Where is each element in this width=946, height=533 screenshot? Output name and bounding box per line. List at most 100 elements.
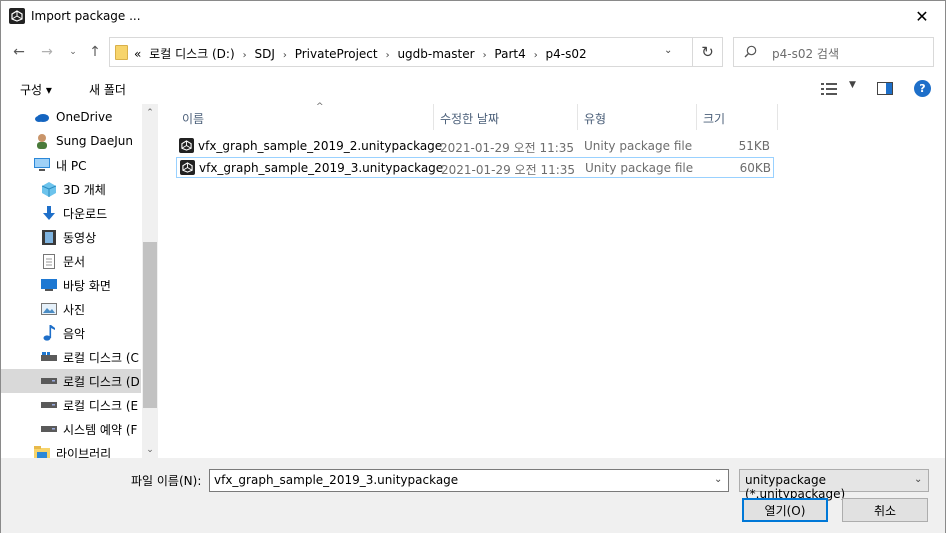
user-icon — [34, 133, 50, 149]
window-title: Import package ... — [31, 9, 141, 23]
arrow-right-icon: → — [41, 44, 53, 60]
sidebar-item-label: 로컬 디스크 (C — [63, 350, 139, 365]
sidebar-item-label: 내 PC — [56, 158, 87, 173]
drive-icon — [41, 421, 57, 437]
document-icon — [41, 253, 57, 269]
sidebar-item-this-pc[interactable]: 내 PC — [1, 153, 141, 177]
chevron-right-icon[interactable]: › — [283, 50, 287, 61]
sidebar-item-drive-e[interactable]: 로컬 디스크 (E — [1, 393, 141, 417]
sort-ascending-icon: ^ — [316, 102, 324, 112]
column-header-type[interactable]: 유형 — [578, 104, 697, 130]
preview-pane-icon[interactable] — [877, 82, 893, 95]
sidebar-item-label: Sung DaeJun — [56, 134, 133, 148]
library-icon — [34, 445, 50, 458]
video-icon — [41, 229, 57, 245]
filetype-chevron-down-icon[interactable]: ⌄ — [914, 474, 922, 485]
help-icon[interactable]: ? — [914, 80, 931, 97]
sidebar-item-onedrive[interactable]: OneDrive — [1, 105, 141, 129]
sidebar-item-drive-d[interactable]: 로컬 디스크 (D — [1, 369, 141, 393]
navigation-row: ← → ⌄ ↑ « 로컬 디스크 (D:) › SDJ › PrivateProje… — [1, 32, 945, 72]
music-icon — [41, 325, 57, 341]
address-bar[interactable]: « 로컬 디스크 (D:) › SDJ › PrivateProject › ugdb… — [109, 37, 723, 67]
sidebar-item-label: 시스템 예약 (F — [63, 422, 138, 437]
title-bar: Import package ... ✕ — [1, 1, 945, 32]
arrow-left-icon: ← — [13, 44, 25, 60]
close-button[interactable]: ✕ — [899, 1, 945, 32]
table-row[interactable]: vfx_graph_sample_2019_3.unitypackage 202… — [176, 157, 774, 178]
filename-dropdown-chevron-icon[interactable]: ⌄ — [714, 474, 722, 485]
sidebar-item-libraries[interactable]: 라이브러리 — [1, 441, 141, 458]
back-button[interactable]: ← — [9, 42, 29, 62]
sidebar-item-label: OneDrive — [56, 110, 113, 124]
column-header-date[interactable]: 수정한 날짜 — [434, 104, 578, 130]
sidebar-item-music[interactable]: 음악 — [1, 321, 141, 345]
column-header-label: 이름 — [182, 112, 205, 126]
search-box[interactable]: p4-s02 검색 — [733, 37, 934, 67]
file-type: Unity package file — [584, 139, 693, 153]
cloud-icon — [34, 109, 50, 125]
table-row[interactable]: vfx_graph_sample_2019_2.unitypackage 202… — [176, 136, 774, 157]
breadcrumb-item[interactable]: p4-s02 — [546, 47, 587, 61]
arrow-up-icon: ↑ — [89, 44, 101, 60]
chevron-right-icon[interactable]: › — [483, 50, 487, 61]
scrollbar-thumb[interactable] — [143, 242, 157, 408]
sidebar-scrollbar[interactable]: ⌃ ⌄ — [142, 104, 158, 458]
organize-menu-button[interactable]: 구성 ▾ — [20, 81, 52, 98]
sidebar-item-label: 사진 — [63, 302, 86, 317]
unity-package-icon — [180, 160, 195, 175]
new-folder-button[interactable]: 새 폴더 — [89, 81, 126, 98]
file-name: vfx_graph_sample_2019_2.unitypackage — [198, 139, 443, 153]
sidebar-item-3d-objects[interactable]: 3D 개체 — [1, 177, 141, 201]
sidebar-item-label: 문서 — [63, 254, 86, 269]
up-button[interactable]: ↑ — [85, 42, 105, 62]
sidebar-item-user[interactable]: Sung DaeJun — [1, 129, 141, 153]
dialog-footer: 파일 이름(N): vfx_graph_sample_2019_3.unityp… — [1, 458, 945, 533]
chevron-right-icon[interactable]: › — [386, 50, 390, 61]
breadcrumb-overflow[interactable]: « — [134, 47, 141, 61]
address-history-chevron-icon[interactable]: ⌄ — [664, 45, 672, 56]
breadcrumb-item[interactable]: Part4 — [494, 47, 525, 61]
breadcrumb-item[interactable]: PrivateProject — [295, 47, 378, 61]
breadcrumb-item[interactable]: SDJ — [254, 47, 274, 61]
chevron-right-icon[interactable]: › — [243, 50, 247, 61]
forward-button[interactable]: → — [37, 42, 57, 62]
sidebar-item-drive-f[interactable]: 시스템 예약 (F — [1, 417, 141, 441]
sidebar-item-downloads[interactable]: 다운로드 — [1, 201, 141, 225]
scroll-up-chevron-icon[interactable]: ⌃ — [142, 104, 158, 121]
file-date: 2021-01-29 오전 11:35 — [441, 163, 576, 177]
filetype-select[interactable]: unitypackage (*.unitypackage) — [739, 469, 929, 501]
breadcrumb-item[interactable]: 로컬 디스크 (D:) — [149, 47, 234, 61]
scroll-down-chevron-icon[interactable]: ⌄ — [142, 441, 158, 458]
open-button[interactable]: 열기(O) — [742, 498, 828, 522]
recent-locations-button[interactable]: ⌄ — [63, 42, 83, 62]
refresh-button[interactable]: ↻ — [692, 38, 722, 66]
sidebar-item-drive-c[interactable]: 로컬 디스크 (C — [1, 345, 141, 369]
chevron-right-icon[interactable]: › — [534, 50, 538, 61]
command-bar: 구성 ▾ 새 폴더 ▼ ? — [1, 72, 945, 104]
sidebar-item-label: 라이브러리 — [56, 446, 112, 459]
sidebar-item-documents[interactable]: 문서 — [1, 249, 141, 273]
column-header-name[interactable]: 이름 ^ — [176, 102, 434, 130]
cube-icon — [41, 181, 57, 197]
search-placeholder: p4-s02 검색 — [772, 47, 839, 61]
view-options-button[interactable]: ▼ — [821, 80, 861, 98]
sidebar-item-label: 3D 개체 — [63, 182, 106, 197]
pc-icon — [34, 157, 50, 173]
sidebar-item-label: 다운로드 — [63, 206, 108, 221]
sidebar-item-videos[interactable]: 동영상 — [1, 225, 141, 249]
sidebar-item-desktop[interactable]: 바탕 화면 — [1, 273, 141, 297]
desktop-icon — [41, 277, 57, 293]
column-header-label: 수정한 날짜 — [440, 112, 500, 126]
filename-field[interactable]: vfx_graph_sample_2019_3.unitypackage — [209, 469, 729, 492]
sidebar-item-pictures[interactable]: 사진 — [1, 297, 141, 321]
file-name: vfx_graph_sample_2019_3.unitypackage — [199, 161, 444, 175]
column-header-size[interactable]: 크기 — [697, 104, 778, 130]
chevron-down-icon: ⌄ — [69, 47, 77, 57]
filename-label: 파일 이름(N): — [131, 474, 202, 488]
cancel-button[interactable]: 취소 — [842, 498, 928, 522]
file-size: 60KB — [739, 161, 771, 175]
sidebar-item-label: 음악 — [63, 326, 86, 341]
column-header-label: 유형 — [584, 112, 607, 126]
drive-icon — [41, 349, 57, 365]
breadcrumb-item[interactable]: ugdb-master — [397, 47, 474, 61]
